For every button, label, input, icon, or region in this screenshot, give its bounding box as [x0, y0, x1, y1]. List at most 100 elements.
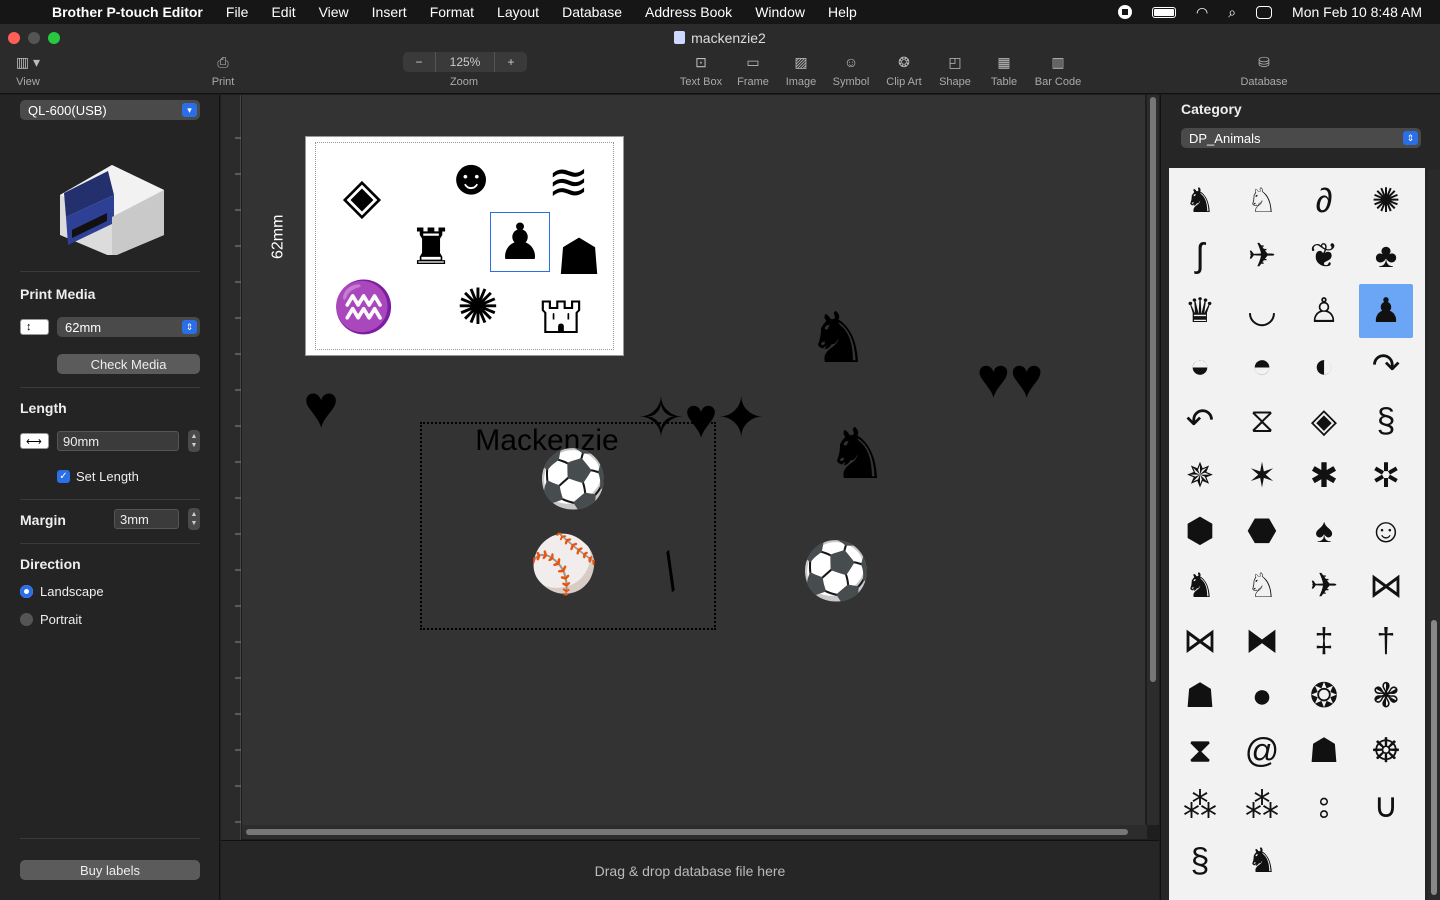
- menu-window[interactable]: Window: [755, 4, 805, 20]
- clip-art-scrollbar[interactable]: [1428, 170, 1440, 900]
- clip-crab[interactable]: ✱: [1297, 449, 1351, 503]
- baseball-player-clipart[interactable]: ⚾: [525, 527, 603, 601]
- clip-t-rex[interactable]: ♘: [1235, 559, 1289, 613]
- clip-dragonfly-2[interactable]: †: [1359, 614, 1413, 668]
- clip-duck[interactable]: ◡: [1235, 284, 1289, 338]
- shape-button[interactable]: ◰ Shape: [936, 52, 974, 89]
- check-media-button[interactable]: Check Media: [57, 354, 200, 374]
- landscape-radio[interactable]: [20, 585, 33, 598]
- deer-face-clipart[interactable]: ♞: [798, 291, 878, 385]
- set-length-label[interactable]: Set Length: [76, 469, 139, 484]
- length-input[interactable]: 90mm: [57, 431, 179, 451]
- menu-address-book[interactable]: Address Book: [645, 4, 732, 20]
- canvas-horizontal-scrollbar[interactable]: [242, 825, 1147, 839]
- clip-horseshoe[interactable]: ∪: [1359, 779, 1413, 833]
- menu-insert[interactable]: Insert: [372, 4, 407, 20]
- clip-bee-2[interactable]: ❃: [1359, 669, 1413, 723]
- deer-face-clipart[interactable]: ♞: [820, 407, 894, 501]
- clip-penguin-selected[interactable]: ♟: [1359, 284, 1413, 338]
- image-button[interactable]: ▨ Image: [782, 52, 820, 89]
- cat-clipart[interactable]: ☻: [438, 147, 504, 207]
- label-paper[interactable]: ◈ ☻ ≋ ♜ ♟ ☗ ♒ ✺ ⛫: [305, 136, 624, 356]
- hippo-clipart[interactable]: ☗: [550, 227, 608, 287]
- length-stepper[interactable]: ▲ ▼: [188, 430, 200, 452]
- database-button[interactable]: ⛁ Database: [1238, 52, 1290, 89]
- clip-camel[interactable]: ♞: [1173, 174, 1227, 228]
- soccer-ball-clipart[interactable]: ⚽: [532, 443, 614, 515]
- clip-chick[interactable]: ♣: [1359, 229, 1413, 283]
- clip-penguin[interactable]: ♙: [1297, 284, 1351, 338]
- heart-clipart[interactable]: ♥: [288, 377, 354, 437]
- clip-footprints[interactable]: ⦂: [1297, 779, 1351, 833]
- buy-labels-button[interactable]: Buy labels: [20, 860, 200, 880]
- clip-whale[interactable]: ◒: [1173, 339, 1227, 393]
- clip-frog-face[interactable]: ☺: [1359, 504, 1413, 558]
- elephant-clipart[interactable]: ⛫: [531, 285, 591, 347]
- fish-clipart[interactable]: ◈: [322, 153, 402, 238]
- frame-button[interactable]: ▭ Frame: [734, 52, 772, 89]
- clip-seahorse-2[interactable]: §: [1173, 834, 1227, 888]
- table-button[interactable]: ▦ Table: [986, 52, 1022, 89]
- clip-dragonfly[interactable]: ‡: [1297, 614, 1351, 668]
- clip-turtle[interactable]: ⬢: [1173, 504, 1227, 558]
- snake-clipart[interactable]: ≋: [536, 147, 601, 217]
- text-box-button[interactable]: ⊡ Text Box: [676, 52, 726, 89]
- clip-swan[interactable]: ∂: [1297, 174, 1351, 228]
- menu-app-name[interactable]: Brother P-touch Editor: [52, 4, 203, 20]
- rooster-clipart[interactable]: ♜: [406, 219, 456, 274]
- clip-lobster[interactable]: ✲: [1359, 449, 1413, 503]
- clip-beetle[interactable]: ☗: [1173, 669, 1227, 723]
- bar-code-button[interactable]: ▥ Bar Code: [1034, 52, 1082, 89]
- landscape-label[interactable]: Landscape: [40, 584, 104, 599]
- clip-butterfly-3[interactable]: ⧓: [1235, 614, 1289, 668]
- clip-octopus[interactable]: ✵: [1173, 449, 1227, 503]
- clip-snail[interactable]: @: [1235, 724, 1289, 778]
- clip-butterfly[interactable]: ⋈: [1359, 559, 1413, 613]
- sparkles-hearts-clipart[interactable]: ✧♥✦: [614, 375, 788, 461]
- clip-flamingo[interactable]: ʃ: [1173, 229, 1227, 283]
- margin-stepper[interactable]: ▲ ▼: [188, 508, 200, 530]
- clip-dinosaur[interactable]: ♞: [1173, 559, 1227, 613]
- category-select[interactable]: DP_Animals ⇕: [1181, 128, 1421, 148]
- zoom-value[interactable]: 125%: [435, 52, 495, 72]
- clip-tortoise[interactable]: ⬣: [1235, 504, 1289, 558]
- canvas-vertical-scrollbar[interactable]: [1147, 95, 1159, 825]
- clip-frog[interactable]: ♠: [1297, 504, 1351, 558]
- clip-cicada[interactable]: ⧗: [1173, 724, 1227, 778]
- portrait-label[interactable]: Portrait: [40, 612, 82, 627]
- turkey-clipart[interactable]: ✺: [444, 269, 512, 344]
- whale-clipart[interactable]: ♒: [324, 271, 404, 343]
- record-icon[interactable]: [1117, 5, 1132, 19]
- clip-paw-2[interactable]: ⁂: [1235, 779, 1289, 833]
- clip-ladybug[interactable]: ●: [1235, 669, 1289, 723]
- control-center-icon[interactable]: [1256, 5, 1273, 19]
- clip-unicorn[interactable]: ♞: [1235, 834, 1289, 888]
- clip-hummingbird[interactable]: ✈: [1235, 229, 1289, 283]
- menu-format[interactable]: Format: [430, 4, 474, 20]
- margin-input[interactable]: 3mm: [114, 509, 179, 529]
- spotlight-search-icon[interactable]: ⌕: [1228, 4, 1236, 21]
- menu-database[interactable]: Database: [562, 4, 622, 20]
- soccer-ball-clipart[interactable]: ⚽: [798, 539, 874, 603]
- clip-whale-small[interactable]: ◐: [1297, 339, 1351, 393]
- clip-squid[interactable]: ✶: [1235, 449, 1289, 503]
- clip-llama[interactable]: ♘: [1235, 174, 1289, 228]
- clip-pterodactyl[interactable]: ✈: [1297, 559, 1351, 613]
- hearts-shell-clipart[interactable]: ♥♥: [932, 313, 1088, 443]
- clip-dove[interactable]: ❦: [1297, 229, 1351, 283]
- clip-art-button[interactable]: ❂ Clip Art: [882, 52, 926, 89]
- clip-fish[interactable]: ◈: [1297, 394, 1351, 448]
- wifi-icon[interactable]: ◠: [1196, 4, 1208, 21]
- menu-help[interactable]: Help: [828, 4, 857, 20]
- menu-view[interactable]: View: [319, 4, 349, 20]
- print-button[interactable]: ⎙ Print: [206, 52, 240, 89]
- clip-bee[interactable]: ❂: [1297, 669, 1351, 723]
- menu-file[interactable]: File: [226, 4, 249, 20]
- set-length-checkbox[interactable]: ✓: [57, 470, 70, 483]
- view-button[interactable]: ▥ ▾ View: [12, 52, 44, 89]
- clip-bear[interactable]: ☗: [1297, 724, 1351, 778]
- clip-narwhal[interactable]: ◓: [1235, 339, 1289, 393]
- battery-icon[interactable]: [1151, 6, 1176, 18]
- portrait-radio[interactable]: [20, 613, 33, 626]
- clip-angelfish[interactable]: ⧖: [1235, 394, 1289, 448]
